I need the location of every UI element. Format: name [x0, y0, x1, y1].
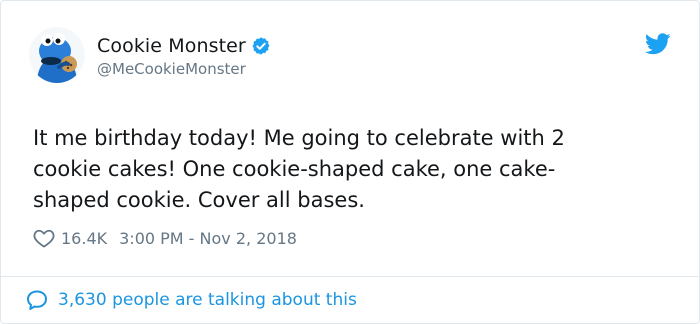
tweet-text-line: shaped cookie. Cover all bases.: [33, 188, 365, 212]
footer-divider: [1, 276, 699, 277]
twitter-bird-icon[interactable]: [644, 33, 671, 55]
cookie-monster-avatar-icon: [29, 27, 85, 83]
tweet-text-line: It me birthday today! Me going to celebr…: [33, 126, 565, 150]
tweet-text-line: cookie cakes! One cookie-shaped cake, on…: [33, 157, 556, 181]
verified-badge-icon: [251, 36, 271, 56]
heart-icon[interactable]: [33, 228, 55, 248]
tweet-header: Cookie Monster @MeCookieMonster: [29, 27, 671, 91]
tweet-text: It me birthday today! Me going to celebr…: [33, 123, 673, 216]
tweet-card: Cookie Monster @MeCookieMonster It me bi…: [0, 0, 700, 324]
author-avatar[interactable]: [29, 27, 85, 83]
author-name-row: Cookie Monster: [97, 34, 271, 58]
conversation-link[interactable]: 3,630 people are talking about this: [25, 286, 357, 314]
speech-bubble-icon: [25, 288, 49, 312]
conversation-label[interactable]: 3,630 people are talking about this: [58, 290, 357, 310]
tweet-meta: 16.4K 3:00 PM - Nov 2, 2018: [33, 225, 297, 251]
like-count[interactable]: 16.4K: [61, 229, 107, 248]
author-display-name[interactable]: Cookie Monster: [97, 35, 246, 57]
tweet-timestamp[interactable]: 3:00 PM - Nov 2, 2018: [119, 229, 297, 248]
author-handle[interactable]: @MeCookieMonster: [97, 60, 271, 78]
author-block: Cookie Monster @MeCookieMonster: [97, 34, 271, 78]
